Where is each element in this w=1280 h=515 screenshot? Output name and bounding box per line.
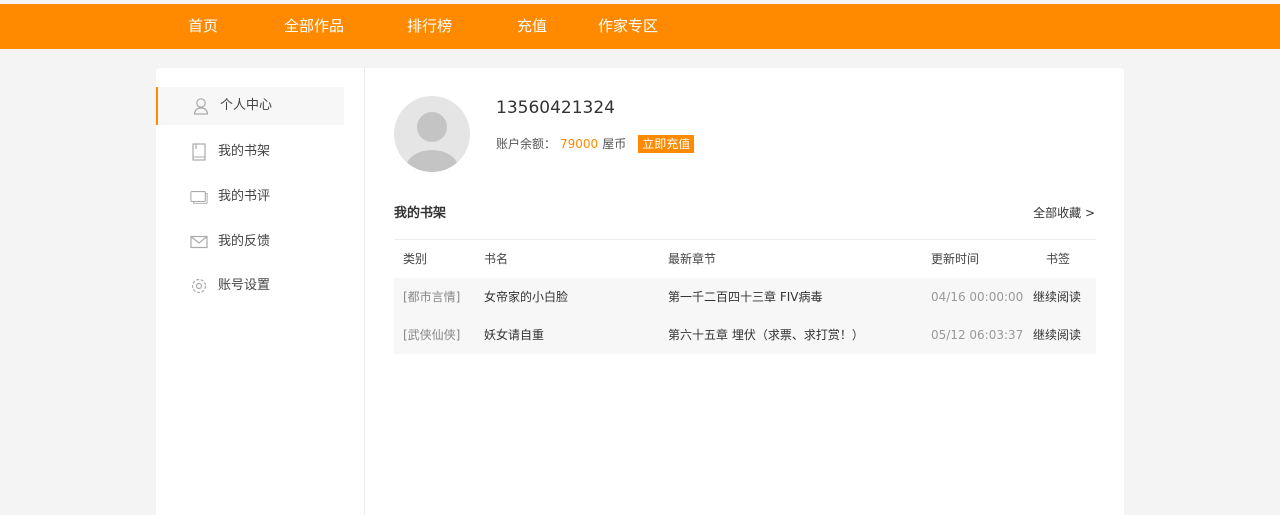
latest-chapter[interactable]: 第六十五章 埋伏（求票、求打赏！） — [668, 316, 864, 354]
sidebar-item-label: 我的书架 — [218, 144, 271, 159]
book-title[interactable]: 妖女请自重 — [484, 316, 544, 354]
nav-author-zone[interactable]: 作家专区 — [598, 4, 658, 49]
table-row: [武侠仙侠] 妖女请自重 第六十五章 埋伏（求票、求打赏！） 05/12 06:… — [394, 316, 1096, 354]
sidebar: 个人中心 我的书架 我的书评 我的反馈 账号设置 — [156, 68, 365, 515]
continue-reading-link[interactable]: 继续阅读 — [1033, 316, 1081, 354]
sidebar-item-my-bookshelf[interactable]: 我的书架 — [156, 133, 344, 171]
bookshelf-title: 我的书架 — [394, 206, 447, 221]
content-card: 个人中心 我的书架 我的书评 我的反馈 账号设置 13560421324 账户余… — [156, 68, 1124, 515]
sidebar-item-my-feedback[interactable]: 我的反馈 — [156, 223, 344, 261]
nav-rankings[interactable]: 排行榜 — [407, 4, 452, 49]
currency-unit: 屋币 — [602, 137, 627, 151]
gear-icon — [190, 277, 208, 295]
top-nav-bar: 首页 全部作品 排行榜 充值 作家专区 — [0, 4, 1280, 49]
nav-all-works[interactable]: 全部作品 — [284, 4, 344, 49]
book-icon — [190, 143, 208, 161]
column-header-category: 类别 — [403, 252, 428, 266]
nav-recharge[interactable]: 充值 — [517, 4, 547, 49]
balance-amount: 79000 — [560, 137, 599, 151]
username: 13560421324 — [496, 98, 615, 118]
update-time: 04/16 00:00:00 — [931, 290, 1024, 304]
sidebar-item-personal-center[interactable]: 个人中心 — [156, 87, 344, 125]
table-row: [都市言情] 女帝家的小白脸 第一千二百四十三章 FIV病毒 04/16 00:… — [394, 278, 1096, 316]
sidebar-item-my-reviews[interactable]: 我的书评 — [156, 178, 344, 216]
table-header: 类别 书名 最新章节 更新时间 书签 — [394, 240, 1096, 278]
book-title[interactable]: 女帝家的小白脸 — [484, 278, 568, 316]
sidebar-item-label: 我的反馈 — [218, 234, 271, 249]
column-header-update-time: 更新时间 — [931, 252, 980, 266]
balance-label: 账户余额： — [496, 137, 557, 151]
mail-icon — [190, 233, 208, 251]
avatar — [394, 96, 470, 172]
column-header-bookmark: 书签 — [1046, 252, 1071, 266]
all-favorites-link[interactable]: 全部收藏 > — [1033, 204, 1095, 221]
column-header-latest-chapter: 最新章节 — [668, 252, 717, 266]
sidebar-item-label: 账号设置 — [218, 278, 271, 293]
recharge-button[interactable]: 立即充值 — [638, 135, 695, 153]
user-icon — [192, 97, 210, 115]
account-balance: 账户余额： 79000 屋币 立即充值 — [496, 134, 695, 154]
latest-chapter[interactable]: 第一千二百四十三章 FIV病毒 — [668, 278, 822, 316]
comment-icon — [190, 188, 208, 206]
nav-home[interactable]: 首页 — [188, 4, 218, 49]
book-category[interactable]: [都市言情] — [403, 278, 460, 316]
sidebar-item-account-settings[interactable]: 账号设置 — [156, 267, 344, 305]
continue-reading-link[interactable]: 继续阅读 — [1033, 278, 1081, 316]
column-header-title: 书名 — [484, 252, 509, 266]
bookshelf-table: 类别 书名 最新章节 更新时间 书签 [都市言情] 女帝家的小白脸 第一千二百四… — [394, 239, 1096, 354]
sidebar-item-label: 个人中心 — [220, 98, 273, 113]
update-time: 05/12 06:03:37 — [931, 328, 1024, 342]
sidebar-item-label: 我的书评 — [218, 189, 271, 204]
book-category[interactable]: [武侠仙侠] — [403, 316, 460, 354]
